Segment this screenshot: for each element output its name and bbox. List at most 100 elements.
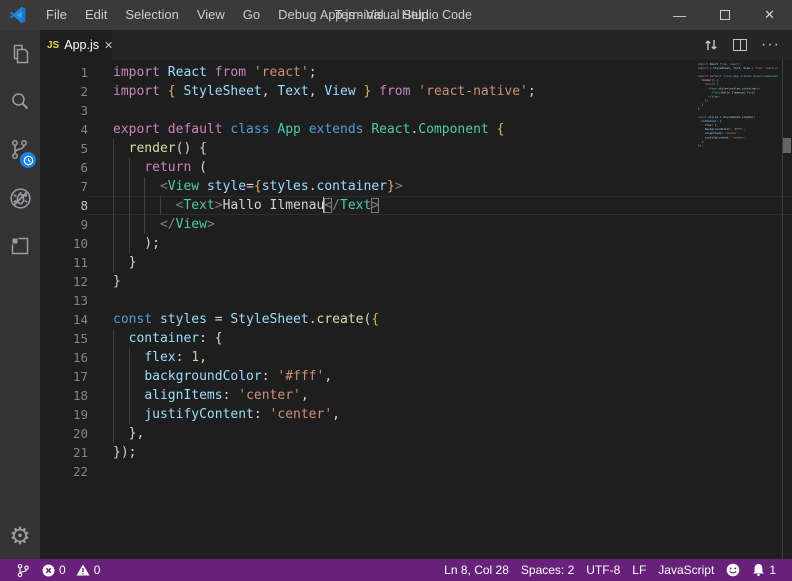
menu-item-file[interactable]: File (37, 0, 76, 30)
line-number: 19 (40, 405, 88, 424)
maximize-button[interactable] (702, 0, 747, 30)
warnings-icon (76, 564, 90, 576)
code-line: 11 } (40, 253, 792, 272)
javascript-file-icon: JS (47, 40, 59, 51)
source-control-icon[interactable] (0, 126, 40, 174)
warning-count: 0 (94, 563, 101, 577)
menu-item-help[interactable]: Help (393, 0, 438, 30)
code-line: 4export default class App extends React.… (40, 120, 792, 139)
indent-guide (113, 424, 114, 443)
indent-guide (113, 177, 114, 196)
code-line: 3 (40, 101, 792, 120)
explorer-icon[interactable] (0, 30, 40, 78)
indent-guide (129, 367, 130, 386)
indent-guide (129, 177, 130, 196)
titlebar: FileEditSelectionViewGoDebugTerminalHelp… (0, 0, 792, 30)
line-number: 2 (40, 82, 88, 101)
code-line: 9 </View> (40, 215, 792, 234)
problems-button[interactable]: 0 0 (36, 563, 106, 577)
code-line: 10 ); (40, 234, 792, 253)
menu-item-selection[interactable]: Selection (116, 0, 187, 30)
indent-guide (160, 196, 161, 215)
indent-guide (113, 196, 114, 215)
split-editor-icon[interactable] (733, 39, 747, 51)
error-count: 0 (59, 563, 66, 577)
vscode-logo-icon (9, 6, 27, 24)
indent-guide (129, 348, 130, 367)
encoding-button[interactable]: UTF-8 (580, 563, 626, 577)
indent-guide (113, 234, 114, 253)
indentation-button[interactable]: Spaces: 2 (515, 563, 580, 577)
code-line: 6 return ( (40, 158, 792, 177)
indent-guide (113, 158, 114, 177)
indent-guide (129, 386, 130, 405)
code-line: 16 flex: 1, (40, 348, 792, 367)
code-line: 8 <Text>Hallo Ilmenau</Text> (40, 196, 792, 215)
tab-bar: JS App.js ✕ ··· (40, 30, 792, 60)
indent-guide (113, 386, 114, 405)
line-number: 10 (40, 234, 88, 253)
minimize-button[interactable]: — (657, 0, 702, 30)
indent-guide (113, 348, 114, 367)
line-number: 13 (40, 291, 88, 310)
maximize-icon (720, 10, 730, 20)
code-line: 13 (40, 291, 792, 310)
indent-guide (113, 215, 114, 234)
bell-icon (752, 563, 765, 577)
code-line: 1import React from 'react'; (40, 63, 792, 82)
line-number: 11 (40, 253, 88, 272)
debug-icon[interactable] (0, 174, 40, 222)
git-branch-button[interactable] (10, 563, 36, 578)
line-number: 4 (40, 120, 88, 139)
code-line: 21}); (40, 443, 792, 462)
line-number: 5 (40, 139, 88, 158)
indent-guide (144, 196, 145, 215)
menu-item-go[interactable]: Go (234, 0, 269, 30)
sync-pending-badge (20, 152, 36, 168)
code-line: 7 <View style={styles.container}> (40, 177, 792, 196)
indent-guide (113, 405, 114, 424)
indent-guide (129, 405, 130, 424)
menu-item-view[interactable]: View (188, 0, 234, 30)
tab-close-icon[interactable]: ✕ (104, 39, 113, 52)
close-window-button[interactable]: ✕ (747, 0, 792, 30)
notifications-bell-button[interactable]: 1 (746, 563, 782, 577)
minimap-line (698, 148, 778, 152)
overview-ruler[interactable] (782, 60, 792, 559)
text-cursor (323, 197, 324, 213)
settings-gear-icon[interactable]: ⚙ (0, 513, 40, 559)
menu-item-debug[interactable]: Debug (269, 0, 325, 30)
line-number: 21 (40, 443, 88, 462)
code-line: 19 justifyContent: 'center', (40, 405, 792, 424)
more-actions-icon[interactable]: ··· (761, 36, 780, 54)
git-branch-icon (16, 563, 30, 578)
vscode-window: FileEditSelectionViewGoDebugTerminalHelp… (0, 0, 792, 581)
smiley-icon (726, 563, 740, 577)
code-line: 12} (40, 272, 792, 291)
code-editor[interactable]: 1import React from 'react';2import { Sty… (40, 60, 792, 559)
line-number: 12 (40, 272, 88, 291)
tab-appjs[interactable]: JS App.js ✕ (40, 30, 112, 60)
minimap[interactable]: import React from 'react';import { Style… (698, 62, 778, 282)
tab-label: App.js (64, 38, 99, 52)
cursor-position-button[interactable]: Ln 8, Col 28 (438, 563, 515, 577)
line-number: 1 (40, 63, 88, 82)
feedback-smiley-button[interactable] (720, 563, 746, 577)
menu-item-edit[interactable]: Edit (76, 0, 116, 30)
notification-count: 1 (769, 563, 776, 577)
indent-guide (113, 329, 114, 348)
extensions-icon[interactable] (0, 222, 40, 270)
code-line: 15 container: { (40, 329, 792, 348)
code-line: 17 backgroundColor: '#fff', (40, 367, 792, 386)
language-mode-button[interactable]: JavaScript (652, 563, 720, 577)
activity-bar: ⚙ (0, 30, 40, 559)
indent-guide (129, 196, 130, 215)
indent-guide (129, 215, 130, 234)
errors-icon (42, 564, 55, 577)
swap-arrows-icon[interactable] (703, 37, 719, 53)
indent-guide (113, 253, 114, 272)
search-icon[interactable] (0, 78, 40, 126)
line-number: 3 (40, 101, 88, 120)
eol-button[interactable]: LF (626, 563, 652, 577)
menu-item-terminal[interactable]: Terminal (325, 0, 392, 30)
